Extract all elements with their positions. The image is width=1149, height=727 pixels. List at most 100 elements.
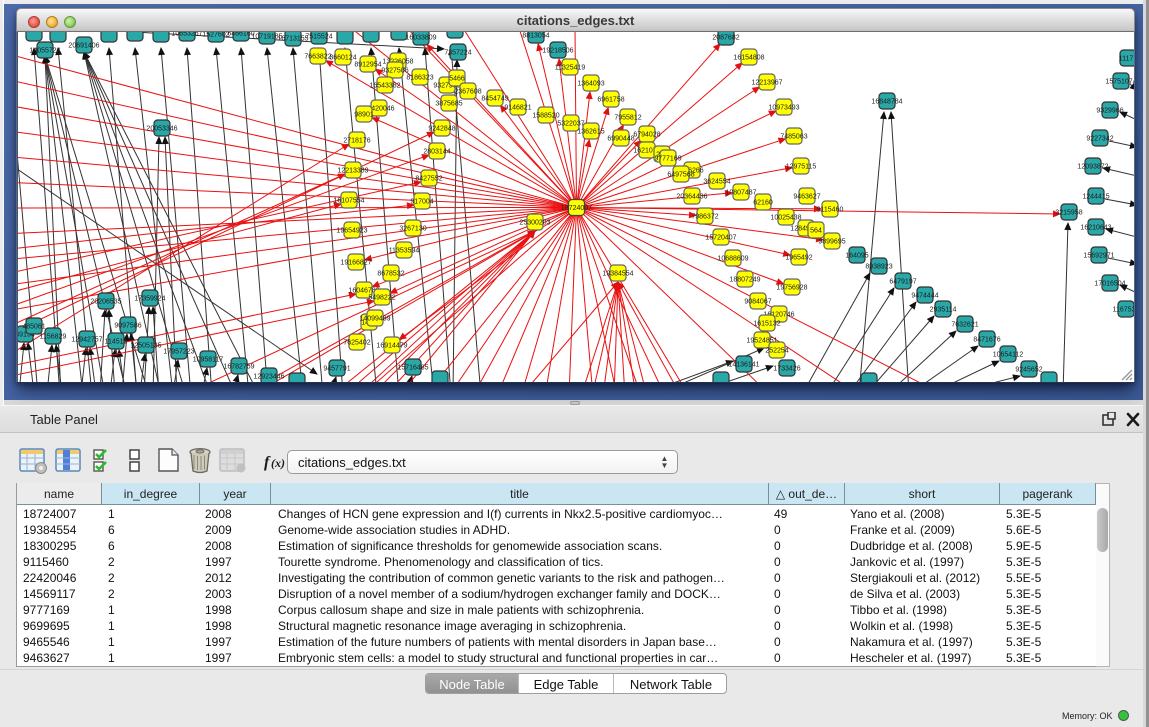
svg-text:12942757: 12942757 xyxy=(71,337,102,344)
svg-text:9245652: 9245652 xyxy=(1015,367,1042,374)
svg-text:1244415: 1244415 xyxy=(1082,194,1109,201)
svg-text:7955812: 7955812 xyxy=(614,115,641,122)
svg-text:18724007: 18724007 xyxy=(561,205,592,212)
svg-text:16154808: 16154808 xyxy=(733,55,764,62)
svg-text:9097586: 9097586 xyxy=(114,323,141,330)
svg-text:15692971: 15692971 xyxy=(1083,253,1114,260)
svg-text:917004: 917004 xyxy=(410,199,433,206)
svg-text:3875685: 3875685 xyxy=(435,101,462,108)
svg-text:8660124: 8660124 xyxy=(329,55,356,62)
svg-text:9227342: 9227342 xyxy=(1086,136,1113,143)
svg-text:10654112: 10654112 xyxy=(993,352,1024,359)
svg-text:20364436: 20364436 xyxy=(676,194,707,201)
svg-text:164095: 164095 xyxy=(845,253,868,260)
svg-text:114519: 114519 xyxy=(105,339,128,346)
svg-text:19218506: 19218506 xyxy=(542,48,573,55)
svg-text:7986372: 7986372 xyxy=(691,214,718,221)
svg-text:9329966: 9329966 xyxy=(1096,108,1123,115)
svg-text:17957223: 17957223 xyxy=(163,349,194,356)
svg-text:14099489: 14099489 xyxy=(359,316,390,323)
svg-text:3267130: 3267130 xyxy=(399,226,426,233)
svg-text:3624554: 3624554 xyxy=(703,179,730,186)
svg-text:2935114: 2935114 xyxy=(930,307,957,314)
svg-text:10688609: 10688609 xyxy=(717,256,748,263)
svg-text:18807249: 18807249 xyxy=(729,277,760,284)
svg-text:6990448: 6990448 xyxy=(607,136,634,143)
svg-text:5466: 5466 xyxy=(449,76,465,83)
svg-text:7625402: 7625402 xyxy=(343,340,370,347)
svg-text:7632621: 7632621 xyxy=(951,322,978,329)
svg-text:20691406: 20691406 xyxy=(68,43,99,50)
svg-text:8427552: 8427552 xyxy=(415,176,442,183)
svg-text:17016504: 17016504 xyxy=(1094,281,1125,288)
svg-text:9457791: 9457791 xyxy=(323,366,350,373)
svg-text:1527602: 1527602 xyxy=(202,32,229,39)
svg-text:11325419: 11325419 xyxy=(555,65,586,72)
svg-text:16210643: 16210643 xyxy=(1080,225,1111,232)
svg-text:15716485: 15716485 xyxy=(397,365,428,372)
svg-text:f: f xyxy=(264,454,271,471)
svg-text:9327506: 9327506 xyxy=(381,68,408,75)
svg-text:8938923: 8938923 xyxy=(865,264,892,271)
svg-text:6794028: 6794028 xyxy=(633,132,660,139)
svg-text:15720407: 15720407 xyxy=(705,235,736,242)
svg-text:16914479: 16914479 xyxy=(376,343,407,350)
svg-text:2803144: 2803144 xyxy=(423,149,450,156)
svg-text:14136141: 14136141 xyxy=(728,362,759,369)
svg-text:9777169: 9777169 xyxy=(654,156,681,163)
svg-text:15751074: 15751074 xyxy=(1105,79,1134,86)
svg-text:16033809: 16033809 xyxy=(405,35,436,42)
svg-text:10025438: 10025438 xyxy=(770,215,801,222)
svg-text:8912954: 8912954 xyxy=(354,62,381,69)
svg-text:1156829: 1156829 xyxy=(40,334,67,341)
svg-text:8454749: 8454749 xyxy=(481,96,508,103)
svg-text:16848784: 16848784 xyxy=(871,99,902,106)
svg-text:1733426: 1733426 xyxy=(773,366,800,373)
svg-text:3215958: 3215958 xyxy=(1055,210,1082,217)
svg-text:19384554: 19384554 xyxy=(602,271,633,278)
svg-text:10958117: 10958117 xyxy=(193,357,224,364)
svg-text:252254: 252254 xyxy=(765,348,788,355)
svg-text:11171: 11171 xyxy=(1119,56,1134,63)
svg-text:19654923: 19654923 xyxy=(336,228,367,235)
svg-text:14055724: 14055724 xyxy=(29,48,60,55)
svg-text:1615132: 1615132 xyxy=(753,321,780,328)
svg-text:20053346: 20053346 xyxy=(146,126,177,133)
svg-text:16713155: 16713155 xyxy=(277,36,308,43)
svg-text:11353594: 11353594 xyxy=(389,248,420,255)
svg-text:19756928: 19756928 xyxy=(776,285,807,292)
svg-text:2087682: 2087682 xyxy=(712,35,739,42)
svg-text:8678532: 8678532 xyxy=(377,271,404,278)
svg-text:12213389: 12213389 xyxy=(337,168,368,175)
svg-text:6479197: 6479197 xyxy=(889,279,916,286)
svg-text:1965492: 1965492 xyxy=(785,255,812,262)
svg-text:25300203: 25300203 xyxy=(519,220,550,227)
svg-text:62160: 62160 xyxy=(753,200,773,207)
svg-text:1167531: 1167531 xyxy=(1113,307,1134,314)
svg-text:9899695: 9899695 xyxy=(818,239,845,246)
svg-text:10973493: 10973493 xyxy=(768,105,799,112)
svg-text:17359924: 17359924 xyxy=(134,296,165,303)
svg-text:1362615: 1362615 xyxy=(577,129,604,136)
svg-text:10653267: 10653267 xyxy=(171,32,202,38)
svg-text:10807487: 10807487 xyxy=(725,190,756,197)
svg-text:(x): (x) xyxy=(271,456,285,470)
svg-text:12975115: 12975115 xyxy=(786,164,817,171)
svg-text:12923446: 12923446 xyxy=(253,374,284,381)
svg-text:12093872: 12093872 xyxy=(1077,164,1108,171)
svg-text:16782759: 16782759 xyxy=(223,364,254,371)
svg-text:9115460: 9115460 xyxy=(817,207,844,214)
svg-text:1588520: 1588520 xyxy=(532,113,559,120)
svg-text:16107554: 16107554 xyxy=(333,198,364,205)
svg-text:7663822: 7663822 xyxy=(304,54,331,61)
svg-text:20206535: 20206535 xyxy=(90,299,121,306)
svg-text:2718176: 2718176 xyxy=(343,138,370,145)
svg-text:5322037: 5322037 xyxy=(557,121,584,128)
svg-text:6961758: 6961758 xyxy=(597,97,624,104)
svg-text:9242848: 9242848 xyxy=(428,126,455,133)
svg-text:7515524: 7515524 xyxy=(305,34,332,41)
svg-text:12505135: 12505135 xyxy=(130,343,161,350)
svg-text:1364093: 1364093 xyxy=(577,81,604,88)
svg-text:9474444: 9474444 xyxy=(911,293,938,300)
svg-text:485061: 485061 xyxy=(22,324,45,331)
